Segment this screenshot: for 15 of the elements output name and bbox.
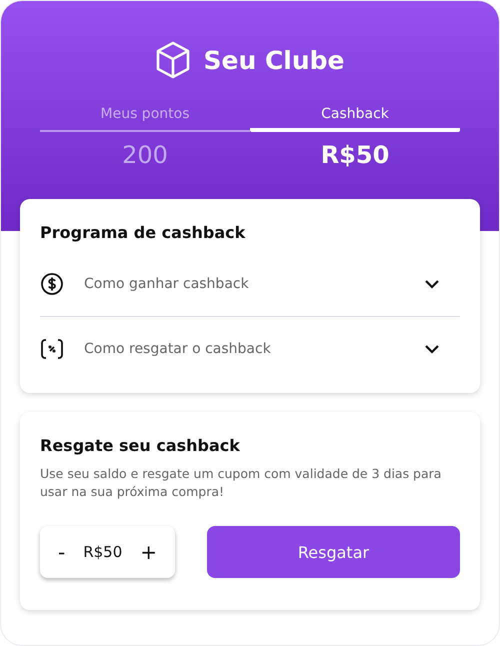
card-title: Resgate seu cashback (40, 436, 241, 455)
accordion-item[interactable]: Como ganhar cashback (40, 252, 460, 317)
accordion-item[interactable]: Como resgatar o cashback (40, 317, 460, 381)
description: Use seu saldo e resgate um cupom com validade de 3 dias para usar na sua próxima compra! (40, 465, 442, 500)
redeem-button[interactable]: Resgatar (207, 526, 460, 578)
minus-button[interactable]: - (54, 540, 70, 564)
plus-button[interactable]: + (136, 540, 161, 564)
tab[interactable]: Cashback R$50 (250, 106, 460, 169)
percent-tag-icon (40, 337, 64, 361)
amount-value: R$50 (83, 543, 122, 561)
tab[interactable]: Meus pontos 200 (40, 106, 250, 169)
cube-icon (155, 41, 192, 79)
dollar-coin-icon (40, 272, 64, 296)
app-title: Seu Clube (203, 46, 345, 74)
card-title: Programa de cashback (40, 223, 246, 242)
